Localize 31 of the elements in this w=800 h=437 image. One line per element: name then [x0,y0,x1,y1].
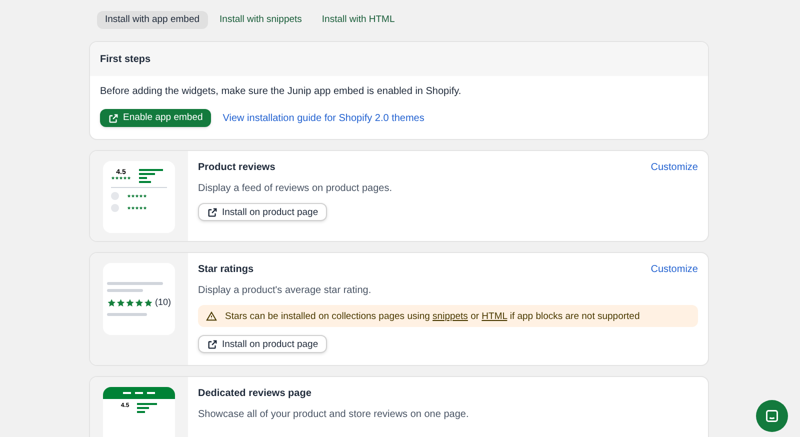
warning-icon [206,310,217,322]
stars-icon [127,194,147,198]
chat-icon [765,409,779,423]
widget-title: Product reviews [198,161,276,174]
tab[interactable]: Install with app embed [97,11,208,29]
tab[interactable]: Install with HTML [314,11,403,29]
widget-description: Display a feed of reviews on product pages. [198,182,393,195]
customize-link[interactable]: Customize [650,263,698,276]
external-link-icon [207,338,218,350]
card-title: First steps [100,52,151,66]
widget-description: Display a product's average star rating. [198,284,372,297]
widget-title: Star ratings [198,263,254,276]
warning-text: Stars can be installed on collections pages using snippets or HTML if app blocks are not supported [225,310,640,322]
widget-title: Dedicated reviews page [198,387,312,400]
widget-description: Showcase all of your product and store reviews on one page. [198,408,470,421]
stars-icon [127,206,147,210]
install-button[interactable]: Install on product page [198,203,328,221]
enable-app-embed-button[interactable]: Enable app embed [100,109,211,127]
tab[interactable]: Install with snippets [212,11,310,29]
chat-button[interactable] [756,400,788,432]
rating-count: (10) [154,296,171,309]
description: Before adding the widgets, make sure the Junip app embed is enabled in Shopify. [100,85,462,99]
stars-icon [107,298,153,308]
html-link[interactable]: HTML [482,310,508,322]
stars-icon [111,176,131,180]
external-link-icon [108,112,119,124]
install-button[interactable]: Install on product page [198,335,328,353]
customize-link[interactable]: Customize [650,161,698,174]
installation-guide-link[interactable]: View installation guide for Shopify 2.0 themes [222,110,424,126]
snippets-link[interactable]: snippets [432,310,468,322]
external-link-icon [207,206,218,218]
